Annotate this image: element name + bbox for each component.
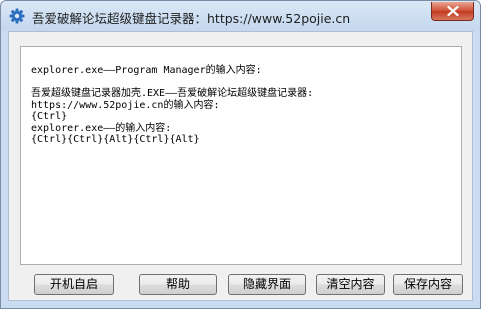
log-line: https://www.52pojie.cn的输入内容:	[31, 99, 220, 111]
log-line: {Ctrl}	[31, 111, 68, 122]
save-content-button[interactable]: 保存内容	[393, 274, 463, 295]
log-line: explorer.exe——Program Manager的输入内容:	[31, 65, 262, 76]
window-title: 吾爱破解论坛超级键盘记录器：https://www.52pojie.cn	[32, 11, 351, 26]
close-icon	[447, 6, 459, 16]
log-lines: explorer.exe——Program Manager的输入内容: 吾爱超级…	[31, 65, 313, 146]
title-bar[interactable]: 吾爱破解论坛超级键盘记录器：https://www.52pojie.cn	[1, 1, 480, 31]
app-window: 吾爱破解论坛超级键盘记录器：https://www.52pojie.cn exp…	[0, 0, 481, 309]
autostart-button[interactable]: 开机自启	[34, 274, 114, 295]
log-textarea[interactable]: explorer.exe——Program Manager的输入内容: 吾爱超级…	[20, 46, 462, 265]
log-line: explorer.exe——的输入内容:	[31, 122, 172, 134]
log-line	[31, 77, 313, 89]
hide-interface-button[interactable]: 隐藏界面	[228, 274, 306, 295]
gear-icon	[9, 8, 25, 24]
clear-content-button[interactable]: 清空内容	[316, 274, 385, 295]
log-line: 吾爱超级键盘记录器加壳.EXE——吾爱破解论坛超级键盘记录器:	[31, 88, 314, 99]
log-line: {Ctrl}{Ctrl}{Alt}{Ctrl}{Alt}	[31, 134, 200, 145]
client-area: explorer.exe——Program Manager的输入内容: 吾爱超级…	[8, 31, 473, 301]
close-button[interactable]	[431, 2, 474, 21]
help-button[interactable]: 帮助	[139, 274, 217, 295]
